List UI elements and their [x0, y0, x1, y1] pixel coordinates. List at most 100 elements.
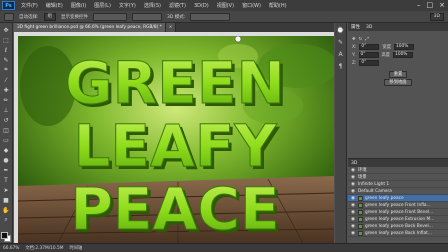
layer-thumbnail [358, 195, 363, 201]
auto-select-dropdown[interactable]: 组 [43, 12, 57, 21]
type-tool-icon[interactable]: T [2, 176, 11, 184]
eyedropper-tool-icon[interactable]: ⁄ [2, 76, 11, 84]
rotation-x-field[interactable]: 0° [359, 44, 380, 50]
layer-row[interactable]: ◉ green leafy peace Back Inflat... [348, 230, 448, 237]
layer-row[interactable]: ◉ Default Camera [348, 188, 448, 195]
character-icon[interactable]: A [337, 51, 345, 58]
rotate-3d-icon[interactable]: ↻ [359, 37, 363, 42]
3d-panel-header: 3D [348, 159, 448, 167]
move-tool-icon[interactable]: ✥ [2, 26, 11, 34]
brush-preset-icon[interactable]: ✎ [337, 39, 345, 46]
menu-file[interactable]: 文件(F) [17, 2, 42, 9]
blur-tool-icon[interactable]: ◆ [2, 146, 11, 154]
marquee-tool-icon[interactable]: ⬚ [2, 36, 11, 44]
workspace-dropdown[interactable]: 3D [429, 12, 444, 21]
document-tab-active[interactable]: 3D fight green brilliance.psd @ 66.6% (g… [14, 23, 166, 32]
history-icon[interactable]: ⌚ [337, 27, 345, 34]
layer-row[interactable]: ◉ green leafy peace Front Infla... [348, 202, 448, 209]
layer-row[interactable]: ◉ green leafy peace Front Bevel... [348, 209, 448, 216]
menu-select[interactable]: 选择(S) [140, 2, 165, 9]
document-tabs: 3D fight green brilliance.psd @ 66.6% (g… [14, 23, 334, 32]
layer-row[interactable]: ◉ green leafy peace Back Bevel... [348, 223, 448, 230]
eye-icon[interactable]: ◉ [351, 224, 356, 229]
history-brush-tool-icon[interactable]: ↺ [2, 116, 11, 124]
move-tool-icon[interactable] [4, 12, 14, 21]
document-tab-close[interactable]: × [165, 23, 177, 32]
shape-tool-icon[interactable]: ■ [2, 196, 11, 204]
maximize-icon[interactable]: □ [427, 1, 434, 10]
eye-icon[interactable]: ◉ [351, 217, 356, 222]
3d-mode-buttons[interactable] [190, 12, 231, 21]
layer-row[interactable]: ◉ Infinite Light 1 [348, 181, 448, 188]
timeline-tab[interactable]: 时间轴 [69, 245, 82, 251]
dodge-tool-icon[interactable]: ● [2, 156, 11, 164]
layer-row[interactable]: ◉ green leafy peace Extrusion M... [348, 216, 448, 223]
paragraph-icon[interactable]: ¶ [337, 63, 345, 70]
color-swatches[interactable] [0, 232, 12, 243]
crop-tool-icon[interactable]: ⌗ [2, 66, 11, 74]
tab-3d-scene[interactable]: 3D [351, 161, 357, 166]
foreground-color-swatch[interactable] [0, 232, 8, 239]
zoom-level[interactable]: 66.67% [3, 246, 19, 251]
eye-icon[interactable]: ◉ [351, 231, 356, 236]
3d-axis-widget[interactable] [234, 36, 242, 43]
move-3d-icon[interactable]: ✥ [352, 37, 356, 42]
menu-image[interactable]: 图像(I) [67, 2, 90, 9]
properties-header: 属性 3D [348, 23, 448, 31]
canvas-area[interactable]: GREEN GREEN LEAFY LEAFY PEACE PEACE [14, 32, 334, 243]
eraser-tool-icon[interactable]: ◫ [2, 126, 11, 134]
menu-3d[interactable]: 3D(D) [190, 3, 213, 9]
eye-icon[interactable]: ◉ [351, 196, 356, 201]
zoom-tool-icon[interactable]: ⌕ [2, 216, 11, 224]
stamp-tool-icon[interactable]: ⊥ [2, 106, 11, 114]
path-select-tool-icon[interactable]: ➤ [2, 186, 11, 194]
layer-row[interactable]: ◉ 环境 [348, 167, 448, 174]
menu-filter[interactable]: 滤镜(T) [165, 2, 190, 9]
layer-thumbnail [358, 216, 363, 222]
menu-view[interactable]: 视图(V) [213, 2, 238, 9]
distribute-buttons[interactable] [132, 12, 163, 21]
menu-help[interactable]: 帮助(H) [265, 2, 291, 9]
layer-name: 环境 [358, 168, 367, 173]
tab-3d[interactable]: 3D [366, 25, 372, 30]
lasso-tool-icon[interactable]: ℓ [2, 46, 11, 54]
tab-properties[interactable]: 属性 [351, 24, 360, 30]
pen-tool-icon[interactable]: ✒ [2, 166, 11, 174]
reset-button[interactable]: 重置 [388, 70, 408, 78]
menu-type[interactable]: 文字(Y) [115, 2, 140, 9]
close-icon[interactable]: × [439, 1, 445, 10]
rotation-y-field[interactable]: 0° [358, 52, 379, 58]
show-transform-label[interactable]: 显示变换控件 [61, 14, 88, 20]
gradient-tool-icon[interactable]: ▭ [2, 136, 11, 144]
properties-buttons-row: 重置 [348, 70, 448, 78]
healing-tool-icon[interactable]: ✚ [2, 86, 11, 94]
eye-icon[interactable]: ◉ [351, 175, 356, 180]
minimize-icon[interactable]: – [417, 1, 421, 10]
move-to-ground-button[interactable]: 移到地面 [384, 78, 412, 86]
eye-icon[interactable]: ◉ [351, 210, 356, 215]
menu-window[interactable]: 窗口(W) [238, 2, 265, 9]
brush-tool-icon[interactable]: ✏ [2, 96, 11, 104]
document-canvas[interactable]: GREEN GREEN LEAFY LEAFY PEACE PEACE [18, 36, 334, 243]
layer-thumbnail [358, 223, 363, 229]
align-buttons[interactable] [93, 12, 128, 21]
layer-row[interactable]: ◉ 场景 [348, 174, 448, 181]
menu-layer[interactable]: 图层(L) [90, 2, 115, 9]
eye-icon[interactable]: ◉ [351, 182, 356, 187]
eye-icon[interactable]: ◉ [351, 203, 356, 208]
hand-tool-icon[interactable]: ✋ [2, 206, 11, 214]
rotation-z-field[interactable]: 0° [359, 60, 380, 66]
scale-3d-icon[interactable]: ⤢ [365, 37, 368, 42]
status-bar: 66.67% 文档:2.37M/10.5M 时间轴 [0, 243, 448, 252]
width-field[interactable]: 100% [394, 44, 414, 50]
document-info[interactable]: 文档:2.37M/10.5M [25, 245, 63, 251]
menu-edit[interactable]: 编辑(E) [42, 2, 67, 9]
eye-icon[interactable]: ◉ [351, 168, 356, 173]
height-field[interactable]: 100% [393, 52, 414, 58]
layer-row-selected[interactable]: ◉ green leafy peace [348, 195, 448, 202]
window-controls: – □ × [417, 1, 445, 10]
quick-select-tool-icon[interactable]: ✎ [2, 56, 11, 64]
layer-name: green leafy peace Extrusion M... [365, 216, 435, 222]
auto-select-label[interactable]: 自动选择: [19, 14, 39, 20]
eye-icon[interactable]: ◉ [351, 189, 356, 194]
